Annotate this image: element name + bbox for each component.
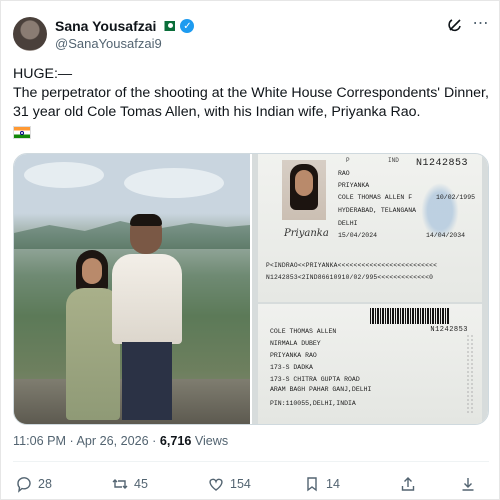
signature: Priyanka bbox=[284, 228, 329, 239]
field-surname: RAO bbox=[338, 170, 350, 177]
pakistan-flag-icon bbox=[161, 21, 176, 31]
field-father: COLE THOMAS ALLEN bbox=[270, 328, 337, 335]
author-row: Sana Yousafzai ✓ bbox=[55, 17, 195, 35]
couple-photo[interactable] bbox=[14, 154, 250, 424]
download-button[interactable] bbox=[459, 475, 477, 493]
field-issue-date: 15/04/2024 bbox=[338, 232, 378, 239]
views-count: 6,716 bbox=[159, 434, 192, 448]
passport-data-page: P IND N1242853 RAO PRIYANKA COLE THOMAS … bbox=[258, 154, 482, 302]
mrz-line-2: N1242853<2IND86610910/02/995<<<<<<<<<<<<… bbox=[266, 274, 434, 281]
field-dob: 10/02/1995 bbox=[436, 194, 476, 201]
barcode bbox=[370, 308, 450, 324]
more-options-icon[interactable]: ⋯ bbox=[471, 15, 491, 33]
views-button[interactable]: 154 bbox=[207, 475, 251, 493]
tweet-time[interactable]: 11:06 PM bbox=[13, 434, 66, 448]
share-button[interactable] bbox=[399, 475, 417, 493]
mrz-line-1: P<INDRAO<<PRIYANKA<<<<<<<<<<<<<<<<<<<<<<… bbox=[266, 262, 438, 269]
field-address-1: 173-S DADKA bbox=[270, 364, 313, 371]
tweet-line-body: The perpetrator of the shooting at the W… bbox=[13, 85, 489, 120]
author-handle[interactable]: @SanaYousafzai9 bbox=[55, 36, 162, 51]
repost-button[interactable]: 45 bbox=[111, 475, 148, 493]
views-label: Views bbox=[194, 434, 229, 448]
like-icon bbox=[207, 475, 225, 493]
bookmark-count: 14 bbox=[326, 477, 340, 491]
reply-button[interactable]: 28 bbox=[15, 475, 52, 493]
passport-number: N1242853 bbox=[415, 158, 468, 169]
field-spouse: COLE THOMAS ALLEN F bbox=[338, 194, 413, 201]
passport-photo bbox=[282, 160, 326, 220]
field-given-name: PRIYANKA bbox=[338, 182, 370, 189]
passport-number-2: N1242853 bbox=[430, 326, 468, 334]
passport-type: P bbox=[346, 157, 350, 164]
passport-country: IND bbox=[388, 157, 399, 164]
repost-count: 45 bbox=[134, 477, 148, 491]
field-issue-place: DELHI bbox=[338, 220, 358, 227]
tweet-card: Sana Yousafzai ✓ @SanaYousafzai9 ⋯ HUGE:… bbox=[0, 0, 500, 500]
author-name[interactable]: Sana Yousafzai bbox=[55, 18, 156, 34]
passport-watermark bbox=[418, 178, 462, 238]
grok-icon[interactable] bbox=[447, 17, 463, 33]
reply-icon bbox=[15, 475, 33, 493]
passport-address-page: N1242853 COLE THOMAS ALLEN NIRMALA DUBEY… bbox=[258, 304, 482, 424]
share-icon bbox=[399, 475, 417, 493]
passport-image[interactable]: P IND N1242853 RAO PRIYANKA COLE THOMAS … bbox=[252, 154, 488, 424]
like-count: 154 bbox=[230, 477, 251, 491]
media-grid: P IND N1242853 RAO PRIYANKA COLE THOMAS … bbox=[13, 153, 489, 425]
reply-count: 28 bbox=[38, 477, 52, 491]
tweet-text: HUGE:— The perpetrator of the shooting a… bbox=[13, 65, 489, 145]
field-expiry: 14/04/2034 bbox=[426, 232, 466, 239]
man-figure bbox=[112, 214, 182, 420]
tweet-date[interactable]: Apr 26, 2026 bbox=[76, 434, 148, 448]
india-flag-icon bbox=[13, 126, 31, 139]
field-mother: NIRMALA DUBEY bbox=[270, 340, 321, 347]
field-address-3: ARAM BAGH PAHAR GANJ,DELHI bbox=[270, 386, 372, 393]
divider bbox=[13, 461, 489, 462]
avatar[interactable] bbox=[13, 17, 47, 51]
bookmark-icon bbox=[303, 475, 321, 493]
field-pin: PIN:110055,DELHI,INDIA bbox=[270, 400, 356, 407]
action-bar: 28 45 154 14 bbox=[13, 471, 489, 497]
perforation-pattern bbox=[466, 334, 474, 414]
verified-badge-icon: ✓ bbox=[180, 19, 195, 33]
field-address-2: 173-S CHITRA GUPTA ROAD bbox=[270, 376, 360, 383]
tweet-line-headline: HUGE:— bbox=[13, 66, 73, 82]
repost-icon bbox=[111, 475, 129, 493]
field-place: HYDERABAD, TELANGANA bbox=[338, 207, 417, 214]
bookmark-button[interactable]: 14 bbox=[303, 475, 340, 493]
field-spouse-name: PRIYANKA RAO bbox=[270, 352, 317, 359]
tweet-metadata: 11:06 PM · Apr 26, 2026 · 6,716 Views bbox=[13, 434, 228, 448]
download-icon bbox=[459, 475, 477, 493]
separator-dot: · bbox=[152, 434, 160, 448]
